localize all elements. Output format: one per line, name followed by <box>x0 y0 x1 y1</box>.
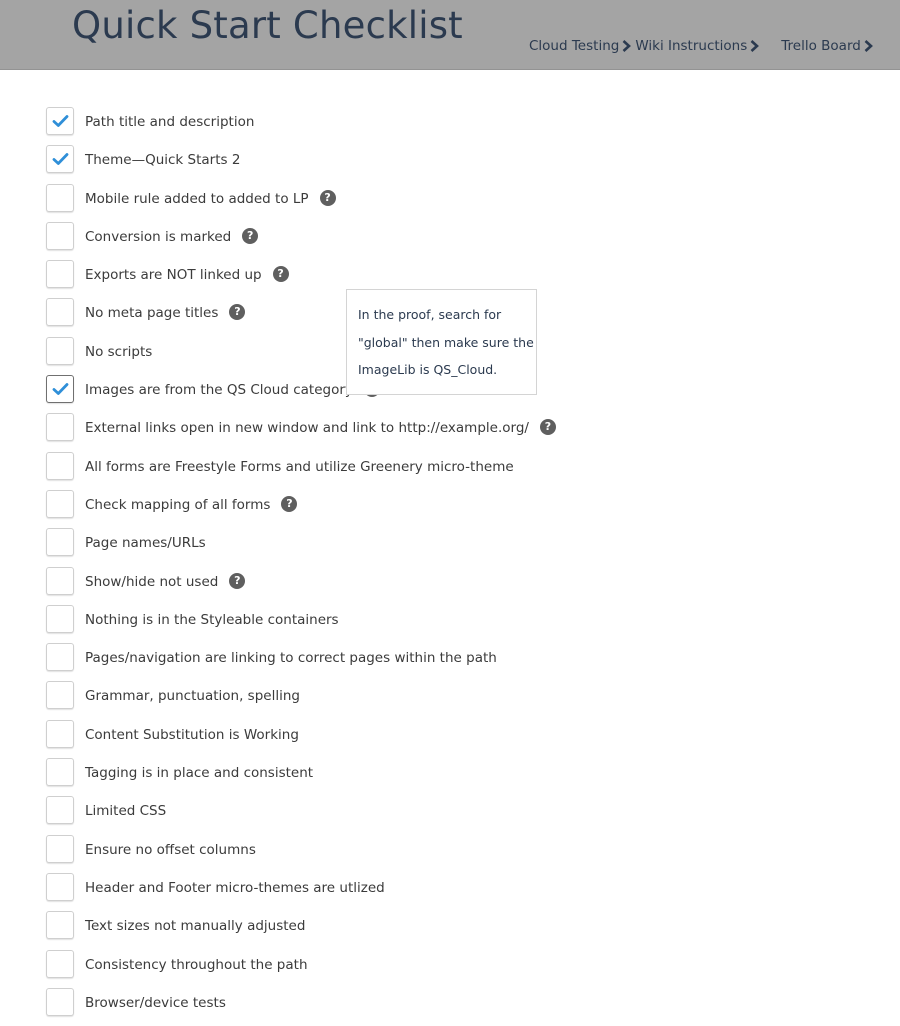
checkbox[interactable] <box>46 758 74 787</box>
checkbox[interactable] <box>46 183 74 212</box>
checklist-item: Limited CSS <box>46 796 646 834</box>
checklist-item: Ensure no offset columns <box>46 834 646 873</box>
checkbox[interactable] <box>46 528 74 557</box>
checklist-item-label: Check mapping of all forms <box>85 496 271 513</box>
checklist-item-label: No meta page titles <box>85 305 219 322</box>
checklist-item: Consistency throughout the path <box>46 949 646 988</box>
page-title: Quick Start Checklist <box>72 4 463 47</box>
checklist-item: Theme—Quick Starts 2 <box>46 145 646 183</box>
checkbox[interactable] <box>46 221 74 250</box>
page-header: Quick Start Checklist Cloud Testing Wiki… <box>0 0 900 70</box>
checklist-item: Content Substitution is Working <box>46 719 646 758</box>
checkmark-icon <box>52 115 68 127</box>
checkbox[interactable] <box>46 413 74 442</box>
checklist-item: Check mapping of all forms? <box>46 489 646 528</box>
tooltip-line: ImageLib is QS_Cloud. <box>358 362 498 377</box>
checklist-item-label: No scripts <box>85 343 153 360</box>
checkbox[interactable] <box>46 949 74 978</box>
checklist-item-label: Conversion is marked <box>85 228 232 245</box>
checklist-item: Text sizes not manually adjusted <box>46 911 646 949</box>
checkbox[interactable] <box>46 681 74 710</box>
checklist-item: Grammar, punctuation, spelling <box>46 681 646 719</box>
chevron-right-icon <box>622 40 632 52</box>
checklist-item: All forms are Freestyle Forms and utiliz… <box>46 451 646 490</box>
checklist-item-label: Content Substitution is Working <box>85 726 299 743</box>
checklist: Path title and description Theme—Quick St… <box>46 107 646 1026</box>
checkbox[interactable] <box>46 566 74 595</box>
checkbox[interactable] <box>46 336 74 365</box>
header-nav: Cloud Testing Wiki Instructions Trello B… <box>529 38 873 54</box>
checkbox[interactable] <box>46 107 74 135</box>
checklist-item-label: External links open in new window and li… <box>85 420 529 437</box>
checklist-item: Nothing is in the Styleable containers <box>46 604 646 643</box>
checklist-item-label: Pages/navigation are linking to correct … <box>85 650 497 667</box>
help-icon[interactable]: ? <box>272 266 289 283</box>
nav-link-label: Wiki Instructions <box>635 38 748 54</box>
checklist-item: Pages/navigation are linking to correct … <box>46 643 646 681</box>
help-tooltip: In the proof, search for "global" then m… <box>346 289 537 395</box>
checklist-item-label: Text sizes not manually adjusted <box>85 918 306 935</box>
checklist-item-label: Header and Footer micro-themes are utliz… <box>85 879 385 896</box>
checklist-item: Header and Footer micro-themes are utliz… <box>46 872 646 911</box>
nav-link-cloud-testing[interactable]: Cloud Testing <box>529 38 632 54</box>
checkbox[interactable] <box>46 489 74 518</box>
help-icon[interactable]: ? <box>242 227 259 244</box>
checklist-item-label: Ensure no offset columns <box>85 841 256 858</box>
checkbox[interactable] <box>46 987 74 1016</box>
checkbox[interactable] <box>46 911 74 940</box>
checklist-item: External links open in new window and li… <box>46 413 646 451</box>
checkbox[interactable] <box>46 451 74 480</box>
nav-link-label: Cloud Testing <box>529 38 620 54</box>
tooltip-line: "global" then make sure the <box>358 334 534 350</box>
checklist-item-label: Limited CSS <box>85 803 167 820</box>
nav-link-wiki-instructions[interactable]: Wiki Instructions <box>635 38 760 54</box>
checklist-item-label: Mobile rule added to added to LP <box>85 190 309 207</box>
checklist-item-label: Consistency throughout the path <box>85 956 308 973</box>
checklist-item-label: Grammar, punctuation, spelling <box>85 688 300 705</box>
checklist-item: Path title and description <box>46 107 646 145</box>
checkmark-icon <box>52 153 68 166</box>
chevron-right-icon <box>750 40 760 52</box>
chevron-right-icon <box>864 40 873 52</box>
checkbox[interactable] <box>46 260 74 289</box>
checkbox[interactable] <box>46 375 74 404</box>
checklist-item-label: Images are from the QS Cloud category <box>85 382 353 399</box>
checklist-item: Tagging is in place and consistent <box>46 758 646 796</box>
tooltip-line: In the proof, search for <box>358 307 502 322</box>
checkmark-icon <box>52 383 68 395</box>
help-icon[interactable]: ? <box>229 304 246 321</box>
checklist-item-label: Nothing is in the Styleable containers <box>85 611 339 628</box>
checkbox[interactable] <box>46 872 74 901</box>
checklist-item: Page names/URLs <box>46 528 646 566</box>
help-icon[interactable]: ? <box>319 189 336 206</box>
checklist-item-label: Theme—Quick Starts 2 <box>85 152 241 169</box>
help-icon[interactable]: ? <box>281 495 298 512</box>
checklist-item: Browser/device tests <box>46 987 646 1026</box>
checkbox[interactable] <box>46 719 74 748</box>
checklist-item-label: Show/hide not used <box>85 573 219 590</box>
checkbox[interactable] <box>46 145 74 174</box>
checklist-item-label: Browser/device tests <box>85 994 226 1011</box>
help-icon[interactable]: ? <box>539 419 556 436</box>
checklist-item-label: All forms are Freestyle Forms and utiliz… <box>85 458 514 475</box>
nav-link-trello-board[interactable]: Trello Board <box>781 38 873 54</box>
checkbox[interactable] <box>46 796 74 825</box>
checkbox[interactable] <box>46 643 74 672</box>
checklist-item: Mobile rule added to added to LP? <box>46 183 646 222</box>
checklist-item-label: Exports are NOT linked up <box>85 267 262 284</box>
checklist-item-label: Path title and description <box>85 114 255 130</box>
checklist-item: Show/hide not used? <box>46 566 646 605</box>
checklist-item-label: Tagging is in place and consistent <box>85 765 314 782</box>
help-icon[interactable]: ? <box>229 572 246 589</box>
checklist-item: Conversion is marked? <box>46 221 646 260</box>
checkbox[interactable] <box>46 604 74 633</box>
checklist-item-label: Page names/URLs <box>85 535 206 552</box>
checkbox[interactable] <box>46 834 74 863</box>
nav-link-label: Trello Board <box>781 38 861 54</box>
checkbox[interactable] <box>46 298 74 327</box>
